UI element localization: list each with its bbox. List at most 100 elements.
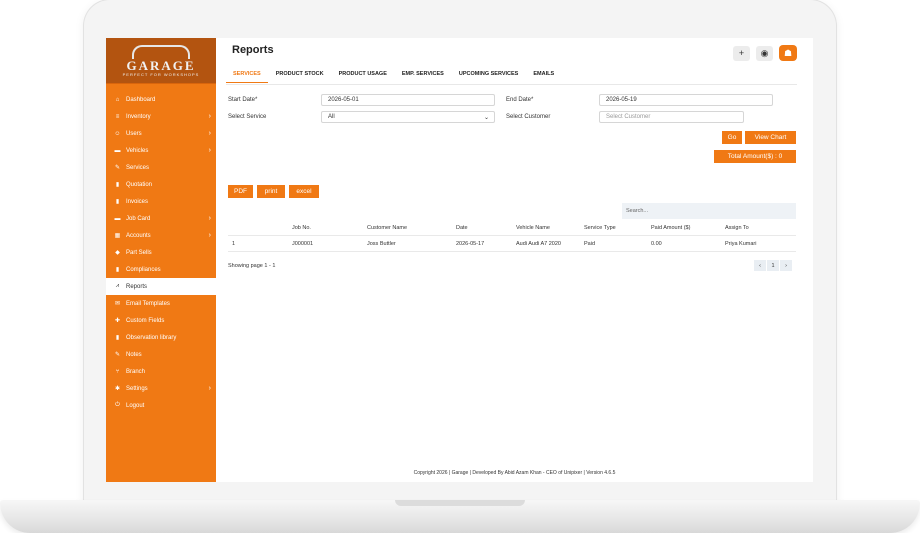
print-button[interactable]: print bbox=[257, 185, 285, 198]
prev-page-button[interactable]: ‹ bbox=[754, 260, 766, 271]
table-cell: 0.00 bbox=[651, 240, 662, 247]
sidebar-item-users[interactable]: ☺ Users › bbox=[106, 125, 216, 142]
sidebar-item-label: Logout bbox=[126, 402, 145, 409]
sidebar-item-observation-library[interactable]: ▮ Observation library bbox=[106, 329, 216, 346]
top-actions: + ◉ ☗ bbox=[733, 45, 797, 61]
accounts-icon: ▦ bbox=[114, 233, 121, 239]
sidebar-item-label: Settings bbox=[126, 385, 148, 392]
sidebar-item-label: Compliances bbox=[126, 266, 161, 273]
sidebar-item-label: Users bbox=[126, 130, 142, 137]
sidebar-item-part-sells[interactable]: ◆ Part Sells bbox=[106, 244, 216, 261]
tab-emails[interactable]: EMAILS bbox=[526, 70, 561, 83]
tab-services[interactable]: SERVICES bbox=[226, 70, 268, 83]
table-body: 1 J000001 Joss Buttler 2026-05-17 Audi Audi … bbox=[228, 236, 796, 252]
sidebar-item-label: Custom Fields bbox=[126, 317, 165, 324]
sidebar-item-custom-fields[interactable]: ✚ Custom Fields bbox=[106, 312, 216, 329]
sidebar-item-settings[interactable]: ✱ Settings › bbox=[106, 380, 216, 397]
footer-copyright: Copyright 2026 | Garage | Developed By A… bbox=[413, 470, 616, 476]
table-row[interactable]: 1 J000001 Joss Buttler 2026-05-17 Audi Audi … bbox=[228, 236, 796, 252]
view-chart-button[interactable]: View Chart bbox=[745, 131, 796, 144]
column-header[interactable]: Vehicle Name bbox=[516, 225, 584, 231]
excel-button[interactable]: excel bbox=[289, 185, 319, 198]
chevron-right-icon: › bbox=[208, 232, 211, 239]
eye-icon[interactable]: ◉ bbox=[756, 45, 773, 61]
customer-select[interactable]: Select Customer bbox=[599, 111, 744, 123]
sidebar-item-invoices[interactable]: ▮ Invoices bbox=[106, 193, 216, 210]
column-header[interactable]: Date bbox=[456, 225, 516, 231]
users-icon: ☺ bbox=[114, 130, 121, 137]
start-date-input[interactable]: 2026-05-01 bbox=[321, 94, 495, 106]
sidebar-item-label: Notes bbox=[126, 351, 142, 358]
sidebar-item-notes[interactable]: ✎ Notes bbox=[106, 346, 216, 363]
pdf-button[interactable]: PDF bbox=[228, 185, 253, 198]
column-header[interactable]: Assign To bbox=[725, 225, 785, 231]
table-cell: Paid bbox=[584, 240, 596, 247]
end-date-input[interactable]: 2026-05-19 bbox=[599, 94, 773, 106]
quotation-icon: ▮ bbox=[115, 182, 120, 188]
logo-subtitle: PERFECT FOR WORKSHOPS bbox=[122, 71, 200, 77]
logout-icon: ⏻ bbox=[115, 402, 120, 408]
sidebar-item-label: Vehicles bbox=[126, 147, 149, 154]
main-content: Reports + ◉ ☗ SERVICES PRODUCT STOCK PRODU… bbox=[216, 38, 813, 482]
sidebar-item-reports[interactable]: ⩘ Reports bbox=[106, 278, 216, 295]
go-button[interactable]: Go bbox=[722, 131, 742, 144]
total-amount-badge: Total Amount($) : 0 bbox=[714, 150, 796, 163]
sidebar-item-quotation[interactable]: ▮ Quotation bbox=[106, 176, 216, 193]
notes-icon: ✎ bbox=[114, 352, 121, 358]
pagination: ‹ 1 › bbox=[754, 260, 792, 271]
sidebar-item-services[interactable]: ✎ Services bbox=[106, 159, 216, 176]
sidebar-menu: ⌂ Dashboard ≡ Inventory › ☺ Users › ▬ Vehicles › ✎ S… bbox=[106, 91, 216, 414]
column-header[interactable]: Customer Name bbox=[367, 225, 456, 231]
next-page-button[interactable]: › bbox=[780, 260, 792, 271]
page-1-button[interactable]: 1 bbox=[767, 260, 779, 271]
tab-product-usage[interactable]: PRODUCT USAGE bbox=[332, 70, 394, 83]
sidebar: GARAGE PERFECT FOR WORKSHOPS ⌂ Dashboard ≡… bbox=[106, 38, 216, 482]
custom-fields-icon: ✚ bbox=[114, 318, 121, 324]
sidebar-item-accounts[interactable]: ▦ Accounts › bbox=[106, 227, 216, 244]
sidebar-item-label: Invoices bbox=[126, 198, 149, 205]
add-icon[interactable]: + bbox=[733, 45, 750, 61]
sidebar-item-label: Job Card bbox=[126, 215, 151, 222]
sidebar-item-label: Part Sells bbox=[126, 249, 152, 256]
services-icon: ✎ bbox=[114, 165, 121, 171]
observation-library-icon: ▮ bbox=[115, 335, 120, 341]
sidebar-item-job-card[interactable]: ▬ Job Card › bbox=[106, 210, 216, 227]
laptop-notch bbox=[395, 500, 525, 506]
settings-icon: ✱ bbox=[114, 386, 121, 392]
user-avatar-icon[interactable]: ☗ bbox=[779, 45, 797, 61]
sidebar-item-vehicles[interactable]: ▬ Vehicles › bbox=[106, 142, 216, 159]
sidebar-item-logout[interactable]: ⏻ Logout bbox=[106, 397, 216, 414]
services-table: Job No. Customer Name Date Vehicle Name Serv… bbox=[228, 220, 796, 252]
part-sells-icon: ◆ bbox=[115, 250, 120, 256]
compliances-icon: ▮ bbox=[115, 267, 120, 273]
end-date-label: End Date* bbox=[506, 97, 534, 103]
sidebar-item-label: Branch bbox=[126, 368, 146, 375]
table-cell: J000001 bbox=[292, 240, 314, 247]
sidebar-item-branch[interactable]: ⑂ Branch bbox=[106, 363, 216, 380]
tab-product-stock[interactable]: PRODUCT STOCK bbox=[269, 70, 331, 83]
chevron-down-icon: ⌄ bbox=[483, 114, 489, 121]
garage-logo[interactable]: GARAGE PERFECT FOR WORKSHOPS bbox=[106, 38, 216, 84]
sidebar-item-email-templates[interactable]: ✉ Email Templates bbox=[106, 295, 216, 312]
column-header[interactable]: Service Type bbox=[584, 225, 651, 231]
service-select[interactable]: All ⌄ bbox=[321, 111, 495, 123]
table-header: Job No. Customer Name Date Vehicle Name Serv… bbox=[228, 220, 796, 236]
app-screen: GARAGE PERFECT FOR WORKSHOPS ⌂ Dashboard ≡… bbox=[106, 38, 813, 482]
chevron-right-icon: › bbox=[208, 113, 211, 120]
service-select-value: All bbox=[328, 114, 335, 120]
logo-word: GARAGE bbox=[126, 57, 196, 73]
chevron-right-icon: › bbox=[208, 215, 211, 222]
table-cell: Audi Audi A7 2020 bbox=[516, 240, 561, 247]
sidebar-item-dashboard[interactable]: ⌂ Dashboard bbox=[106, 91, 216, 108]
table-cell: Priya Kumari bbox=[725, 240, 757, 247]
sidebar-item-compliances[interactable]: ▮ Compliances bbox=[106, 261, 216, 278]
sidebar-item-inventory[interactable]: ≡ Inventory › bbox=[106, 108, 216, 125]
sidebar-item-label: Dashboard bbox=[126, 96, 156, 103]
tab-upcoming-services[interactable]: UPCOMING SERVICES bbox=[452, 70, 526, 83]
tab-emp-services[interactable]: EMP. SERVICES bbox=[395, 70, 451, 83]
page-title: Reports bbox=[232, 44, 274, 56]
search-input[interactable]: Search... bbox=[622, 203, 796, 219]
column-header[interactable]: Paid Amount ($) bbox=[651, 225, 725, 231]
chevron-right-icon: › bbox=[208, 130, 211, 137]
column-header[interactable]: Job No. bbox=[292, 225, 367, 231]
